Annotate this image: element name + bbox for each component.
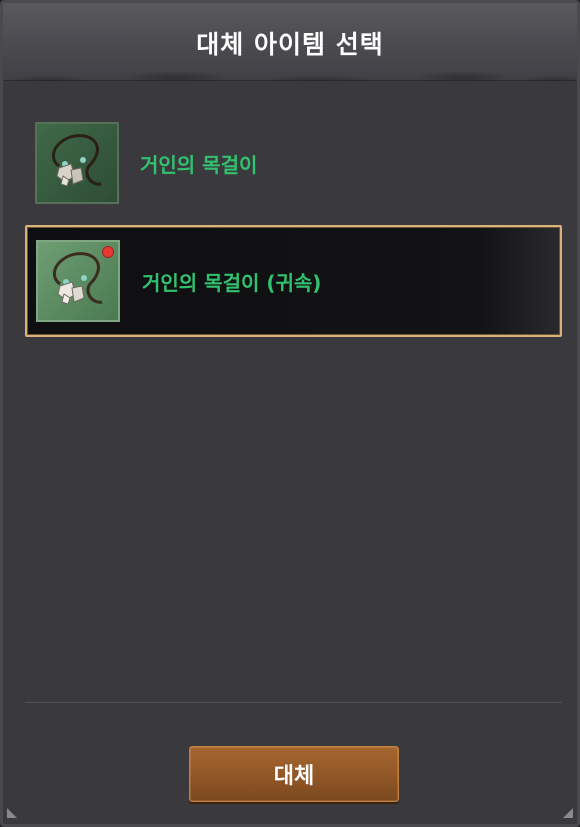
notification-dot-icon bbox=[102, 246, 114, 258]
necklace-icon bbox=[51, 134, 102, 187]
item-list: 거인의 목걸이 거인의 목걸이 (귀속) bbox=[25, 113, 562, 349]
item-option-giant-necklace-bound[interactable]: 거인의 목걸이 (귀속) bbox=[25, 225, 562, 337]
item-option-giant-necklace[interactable]: 거인의 목걸이 bbox=[25, 113, 562, 213]
dialog-title: 대체 아이템 선택 bbox=[196, 30, 384, 59]
footer-divider bbox=[25, 702, 562, 703]
item-thumbnail bbox=[36, 240, 120, 322]
item-thumbnail bbox=[35, 122, 119, 204]
corner-ornament-icon bbox=[7, 808, 17, 818]
replacement-item-dialog: 대체 아이템 선택 거인의 목걸이 거인의 목걸이 (귀속) 대체 bbox=[0, 0, 580, 827]
item-label: 거인의 목걸이 bbox=[140, 152, 258, 177]
corner-ornament-icon bbox=[563, 808, 573, 818]
replace-button[interactable]: 대체 bbox=[189, 746, 399, 802]
item-label: 거인의 목걸이 (귀속) bbox=[142, 270, 322, 295]
dialog-header: 대체 아이템 선택 bbox=[3, 3, 577, 81]
